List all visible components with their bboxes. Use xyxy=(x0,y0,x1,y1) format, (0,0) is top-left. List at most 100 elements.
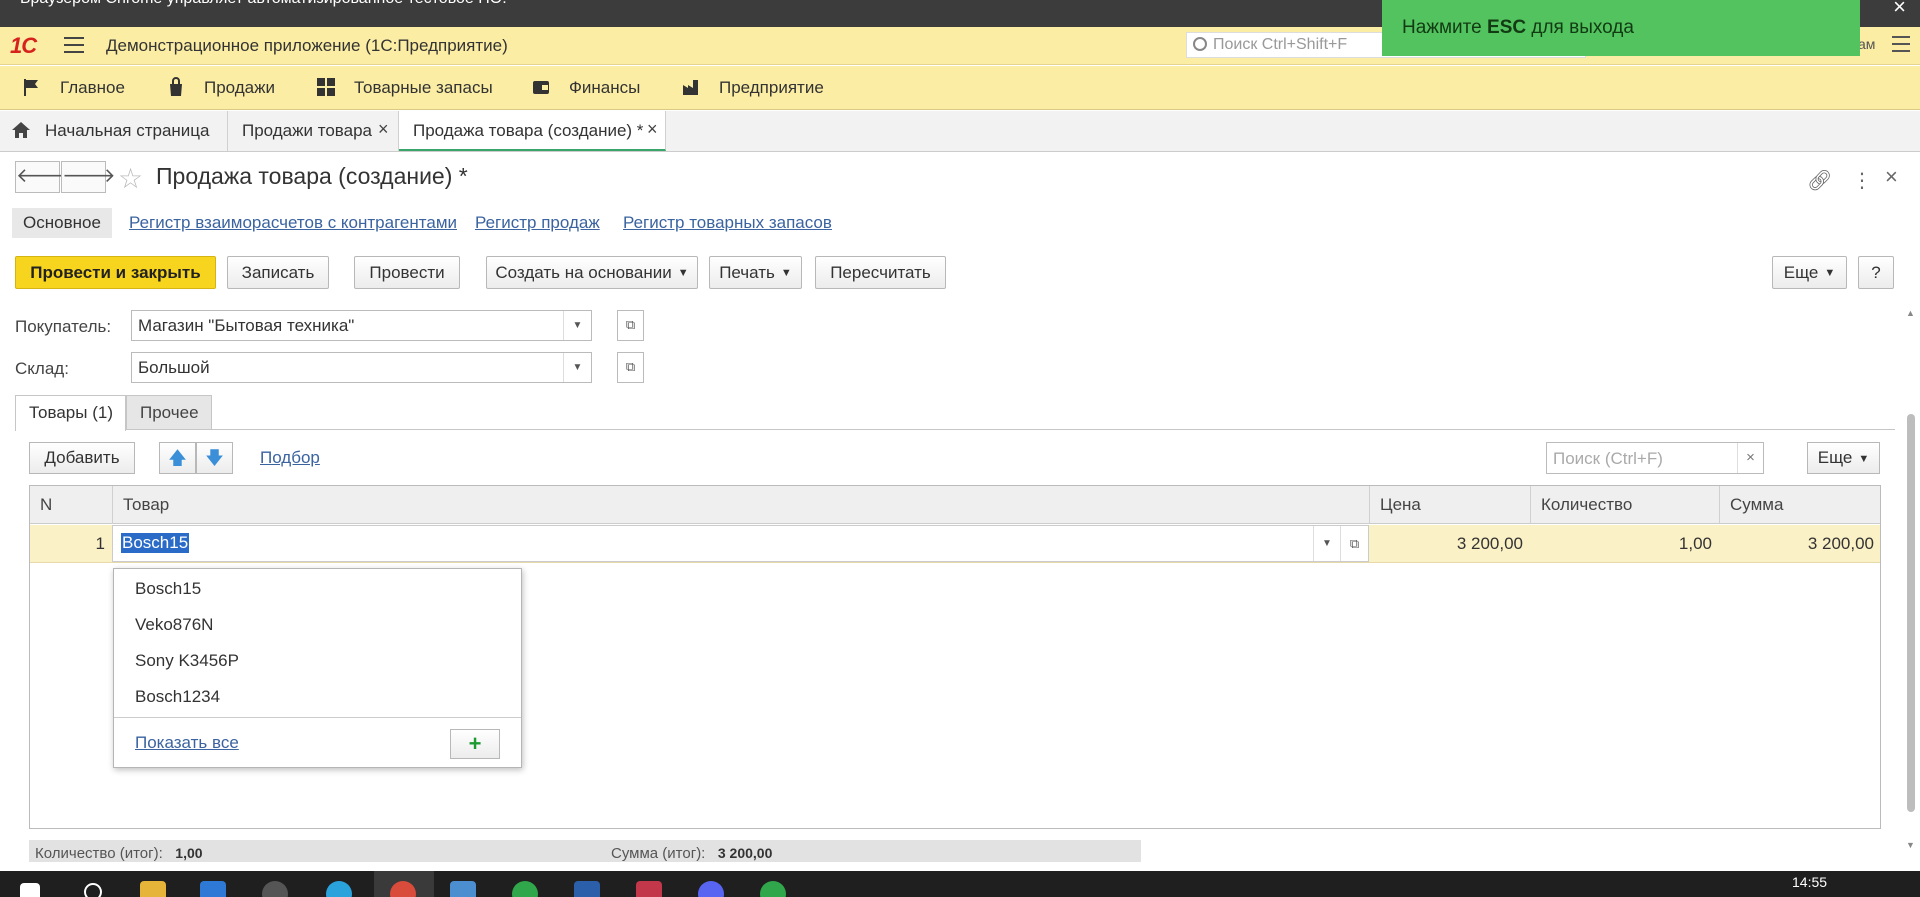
search-icon xyxy=(1193,37,1207,51)
close-icon[interactable]: × xyxy=(378,119,389,140)
cell-quantity: 1,00 xyxy=(1678,534,1712,553)
close-icon[interactable]: × xyxy=(647,119,658,140)
clock-time: 14:55 xyxy=(1792,874,1828,890)
toast-prefix: Нажмите xyxy=(1402,17,1488,38)
open-product-icon[interactable]: ⧉ xyxy=(1340,526,1368,561)
app-icon[interactable] xyxy=(512,881,538,897)
app-icon[interactable] xyxy=(636,881,662,897)
column-header-product[interactable]: Товар xyxy=(113,486,1370,524)
hamburger-menu-icon[interactable] xyxy=(64,37,84,53)
tab-other[interactable]: Прочее xyxy=(126,395,212,430)
favorite-star-icon[interactable]: ☆ xyxy=(118,162,143,195)
tab-sales-list[interactable]: Продажи товара × xyxy=(228,111,399,151)
close-icon[interactable]: × xyxy=(1893,0,1906,18)
tab-home[interactable]: Начальная страница xyxy=(0,111,228,151)
section-inventory[interactable]: Товарные запасы xyxy=(317,78,493,98)
nav-main[interactable]: Основное xyxy=(12,208,112,238)
table-row[interactable]: 1 Bosch15 ▼ ⧉ 3 200,00 1,00 3 200,00 xyxy=(30,525,1880,563)
column-header-sum[interactable]: Сумма xyxy=(1720,486,1882,524)
chevron-down-icon[interactable]: ▼ xyxy=(563,311,591,340)
post-button[interactable]: Провести xyxy=(354,256,460,289)
section-label: Финансы xyxy=(569,78,641,97)
warehouse-field[interactable]: Большой ▼ xyxy=(131,352,592,383)
open-windows-bar: Начальная страница Продажи товара × Прод… xyxy=(0,111,1920,152)
column-header-quantity[interactable]: Количество xyxy=(1531,486,1720,524)
chevron-down-icon[interactable]: ▼ xyxy=(1313,526,1340,561)
app-icon[interactable] xyxy=(760,881,786,897)
print-button[interactable]: Печать ▼ xyxy=(709,256,802,289)
column-header-price[interactable]: Цена xyxy=(1370,486,1531,524)
flag-icon xyxy=(24,79,38,96)
link-icon[interactable]: 🔗︎ xyxy=(1807,168,1832,193)
nav-link-inventory-register[interactable]: Регистр товарных запасов xyxy=(623,213,832,233)
section-enterprise[interactable]: Предприятие xyxy=(683,78,824,98)
steam-icon[interactable] xyxy=(262,881,288,897)
list-item[interactable]: Sony K3456P xyxy=(114,643,521,679)
warehouse-value: Большой xyxy=(138,358,210,377)
windows-start-icon[interactable] xyxy=(20,883,40,897)
create-based-on-button[interactable]: Создать на основании ▼ xyxy=(486,256,698,289)
open-buyer-button[interactable]: ⧉ xyxy=(617,310,644,341)
app-icon[interactable] xyxy=(200,881,226,897)
more-button[interactable]: Еще ▼ xyxy=(1772,256,1847,289)
add-new-product-button[interactable]: + xyxy=(450,729,500,759)
forward-button[interactable]: 🡒 xyxy=(61,161,116,193)
table-search-input[interactable]: Поиск (Ctrl+F) × xyxy=(1546,442,1764,474)
factory-icon xyxy=(683,80,698,95)
file-explorer-icon[interactable] xyxy=(140,881,166,897)
product-cell-editor[interactable]: Bosch15 ▼ ⧉ xyxy=(112,525,1369,562)
tab-sale-create[interactable]: Продажа товара (создание) * × xyxy=(399,111,666,151)
telegram-icon[interactable] xyxy=(326,881,352,897)
scroll-down-icon[interactable]: ▼ xyxy=(1906,840,1915,850)
search-icon[interactable] xyxy=(84,883,102,897)
more-actions-icon[interactable]: ⋮ xyxy=(1852,168,1872,193)
list-item[interactable]: Bosch15 xyxy=(114,571,521,607)
recalculate-button[interactable]: Пересчитать xyxy=(815,256,946,289)
wallet-icon xyxy=(533,81,549,94)
open-warehouse-button[interactable]: ⧉ xyxy=(617,352,644,383)
list-item[interactable]: Veko876N xyxy=(114,607,521,643)
product-input-value[interactable]: Bosch15 xyxy=(121,533,190,553)
table-header: N Товар Цена Количество Сумма xyxy=(30,486,1880,524)
nav-link-settlements-register[interactable]: Регистр взаиморасчетов с контрагентами xyxy=(129,213,457,233)
save-button[interactable]: Записать xyxy=(227,256,329,289)
vertical-scrollbar[interactable]: ▲ ▼ xyxy=(1906,308,1916,856)
home-icon xyxy=(12,122,30,138)
app-icon[interactable] xyxy=(450,881,476,897)
qty-total-label: Количество (итог): xyxy=(35,845,163,862)
help-button[interactable]: ? xyxy=(1858,256,1894,289)
discord-icon[interactable] xyxy=(698,881,724,897)
scrollbar-thumb[interactable] xyxy=(1907,414,1915,812)
sum-total-label: Сумма (итог): xyxy=(611,845,706,862)
1c-logo: 1С xyxy=(10,33,37,58)
section-sales[interactable]: Продажи xyxy=(170,77,275,98)
back-button[interactable]: 🡐 xyxy=(15,161,70,193)
clear-icon[interactable]: × xyxy=(1737,443,1763,473)
move-down-button[interactable]: 🡇 xyxy=(196,442,233,474)
section-label: Продажи xyxy=(204,78,275,97)
totals-bar: Количество (итог): 1,00 Сумма (итог): 3 … xyxy=(29,840,1141,862)
scroll-up-icon[interactable]: ▲ xyxy=(1906,308,1915,318)
post-and-close-button[interactable]: Провести и закрыть xyxy=(15,256,216,289)
cell-price: 3 200,00 xyxy=(1456,534,1523,553)
word-icon[interactable] xyxy=(574,881,600,897)
show-all-link[interactable]: Показать все xyxy=(135,733,239,753)
grid-icon xyxy=(317,78,335,96)
settings-menu-icon[interactable] xyxy=(1892,36,1910,54)
chevron-down-icon[interactable]: ▼ xyxy=(563,353,591,382)
table-more-button[interactable]: Еще ▼ xyxy=(1807,442,1880,474)
user-name[interactable]: ам xyxy=(1858,36,1875,52)
nav-link-sales-register[interactable]: Регистр продаж xyxy=(475,213,600,233)
move-up-button[interactable]: 🡅 xyxy=(159,442,196,474)
section-main[interactable]: Главное xyxy=(24,78,125,98)
toast-key: ESC xyxy=(1487,17,1527,38)
close-icon[interactable]: × xyxy=(1885,164,1898,190)
section-finance[interactable]: Финансы xyxy=(533,78,641,98)
global-search-placeholder: Поиск Ctrl+Shift+F xyxy=(1213,36,1348,53)
pick-link[interactable]: Подбор xyxy=(260,448,320,468)
tab-goods[interactable]: Товары (1) xyxy=(15,395,126,431)
list-item[interactable]: Bosch1234 xyxy=(114,679,521,715)
add-row-button[interactable]: Добавить xyxy=(29,442,135,474)
column-header-n[interactable]: N xyxy=(30,486,113,524)
buyer-field[interactable]: Магазин "Бытовая техника" ▼ xyxy=(131,310,592,341)
